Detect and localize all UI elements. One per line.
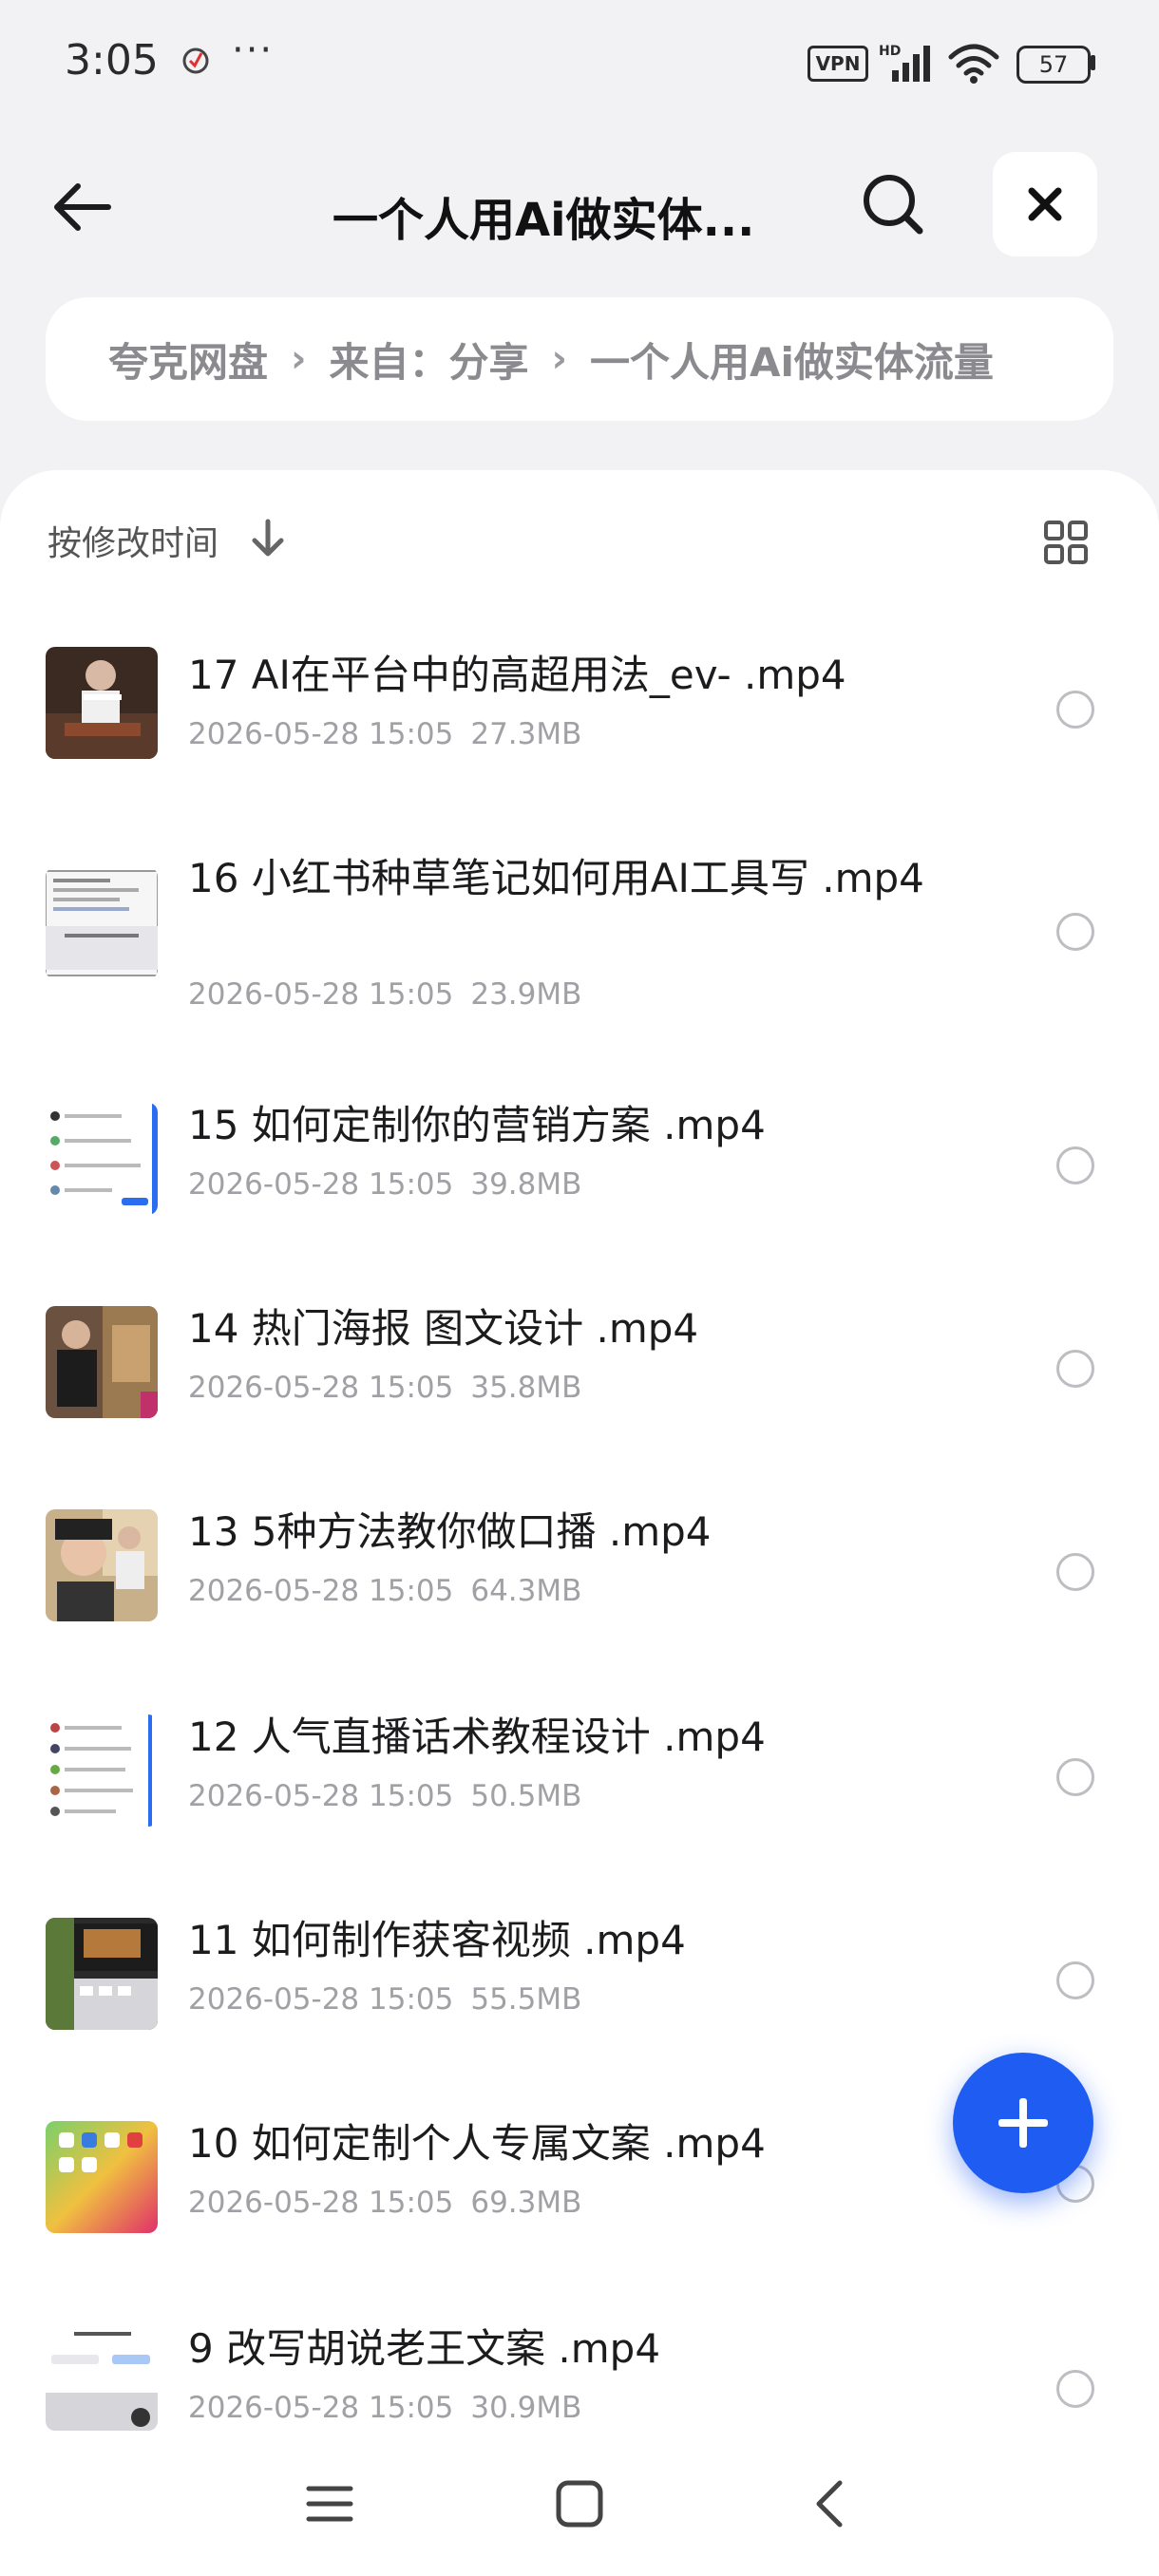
video-thumbnail-image — [46, 2326, 158, 2431]
file-size: 35.8MB — [470, 1371, 582, 1405]
video-thumbnail-image — [46, 647, 158, 759]
file-date: 2026-05-28 15:05 — [188, 1982, 454, 2017]
file-size: 23.9MB — [470, 977, 582, 1012]
file-date: 2026-05-28 15:05 — [188, 2186, 454, 2220]
home-square-icon[interactable] — [549, 2473, 610, 2534]
video-thumbnail-image — [46, 2121, 158, 2233]
file-size: 39.8MB — [470, 1167, 582, 1202]
breadcrumb-item-current: 一个人用Ai做实体流量 — [590, 338, 994, 386]
file-name: 9 改写胡说老王文案 .mp4 — [188, 2325, 661, 2372]
select-radio[interactable] — [1056, 1961, 1094, 1999]
vpn-badge: VPN — [808, 46, 868, 82]
file-name: 17 AI在平台中的高超用法_ev- .mp4 — [188, 652, 846, 698]
file-date: 2026-05-28 15:05 — [188, 977, 454, 1012]
select-radio[interactable] — [1056, 1350, 1094, 1388]
close-button[interactable] — [993, 152, 1097, 256]
header-bar: 一个人用Ai做实体... — [0, 142, 1159, 271]
file-date: 2026-05-28 15:05 — [188, 717, 454, 751]
file-name: 11 如何制作获客视频 .mp4 — [188, 1917, 686, 1963]
file-meta: 2026-05-28 15:05 39.8MB — [188, 1167, 581, 1202]
video-thumbnail — [46, 647, 158, 759]
signal-icon: HD — [879, 44, 930, 82]
file-date: 2026-05-28 15:05 — [188, 2391, 454, 2425]
app-notification-icon — [182, 47, 209, 74]
file-size: 69.3MB — [470, 2186, 582, 2220]
video-thumbnail-image — [46, 1714, 158, 1827]
status-time: 3:05 — [65, 36, 159, 85]
select-radio[interactable] — [1056, 1758, 1094, 1796]
status-more-dots: ··· — [232, 28, 275, 72]
svg-text:HD: HD — [879, 44, 901, 59]
breadcrumb-item-share[interactable]: 来自：分享 — [330, 331, 529, 388]
system-nav-bar — [0, 2432, 1159, 2576]
file-name: 13 5种方法教你做口播 .mp4 — [188, 1508, 712, 1555]
file-name: 10 如何定制个人专属文案 .mp4 — [188, 2120, 766, 2167]
file-size: 64.3MB — [470, 1574, 582, 1608]
file-name: 12 人气直播话术教程设计 .mp4 — [188, 1714, 766, 1760]
sort-label[interactable]: 按修改时间 — [48, 516, 218, 565]
file-meta: 2026-05-28 15:05 35.8MB — [188, 1371, 581, 1405]
file-meta: 2026-05-28 15:05 30.9MB — [188, 2391, 581, 2425]
grid-view-icon[interactable] — [1043, 520, 1089, 565]
file-meta: 2026-05-28 15:05 27.3MB — [188, 717, 581, 751]
video-thumbnail — [46, 1714, 158, 1827]
back-arrow-icon[interactable] — [49, 179, 116, 236]
file-name: 15 如何定制你的营销方案 .mp4 — [188, 1102, 766, 1148]
file-date: 2026-05-28 15:05 — [188, 1779, 454, 1813]
search-icon[interactable] — [860, 171, 926, 237]
file-date: 2026-05-28 15:05 — [188, 1371, 454, 1405]
breadcrumb-item-root[interactable]: 夸克网盘 — [108, 331, 268, 388]
close-icon — [1028, 187, 1062, 221]
file-meta: 2026-05-28 15:05 69.3MB — [188, 2186, 581, 2220]
video-thumbnail-image — [46, 867, 158, 979]
file-meta: 2026-05-28 15:05 23.9MB — [188, 977, 581, 1012]
file-date: 2026-05-28 15:05 — [188, 1574, 454, 1608]
video-thumbnail — [46, 867, 158, 979]
file-meta: 2026-05-28 15:05 50.5MB — [188, 1779, 581, 1813]
video-thumbnail — [46, 1103, 158, 1215]
file-list-panel: 按修改时间 17 AI在平台中的高超用法_ev- .mp4 2026-05-28… — [0, 470, 1159, 2576]
video-thumbnail-image — [46, 1918, 158, 2030]
video-thumbnail — [46, 1918, 158, 2030]
breadcrumb: 夸克网盘 › 来自：分享 › 一个人用Ai做实体流量 — [46, 297, 1113, 421]
file-name: 16 小红书种草笔记如何用AI工具写 .mp4 — [188, 855, 924, 901]
sort-down-arrow-icon[interactable] — [249, 518, 287, 559]
video-thumbnail-image — [46, 1103, 158, 1215]
video-thumbnail-image — [46, 1306, 158, 1418]
video-thumbnail — [46, 2326, 158, 2431]
battery-tip — [1091, 55, 1095, 70]
select-radio[interactable] — [1056, 2370, 1094, 2408]
video-thumbnail — [46, 1509, 158, 1621]
status-bar: 3:05 ··· VPN HD 57 — [0, 0, 1159, 123]
battery-indicator: 57 — [1016, 46, 1091, 84]
file-size: 27.3MB — [470, 717, 582, 751]
add-button[interactable] — [953, 2053, 1093, 2193]
video-thumbnail — [46, 1306, 158, 1418]
select-radio[interactable] — [1056, 913, 1094, 951]
file-size: 30.9MB — [470, 2391, 582, 2425]
select-radio[interactable] — [1056, 1553, 1094, 1591]
select-radio[interactable] — [1056, 691, 1094, 729]
file-name: 14 热门海报 图文设计 .mp4 — [188, 1305, 699, 1352]
wifi-icon — [948, 44, 999, 84]
file-date: 2026-05-28 15:05 — [188, 1167, 454, 1202]
menu-icon[interactable] — [299, 2473, 360, 2534]
chevron-right-icon: › — [291, 337, 307, 381]
video-thumbnail — [46, 2121, 158, 2233]
chevron-right-icon: › — [551, 337, 567, 381]
file-meta: 2026-05-28 15:05 64.3MB — [188, 1574, 581, 1608]
back-chevron-icon[interactable] — [800, 2473, 861, 2534]
file-size: 50.5MB — [470, 1779, 582, 1813]
select-radio[interactable] — [1056, 1146, 1094, 1184]
page-title: 一个人用Ai做实体... — [332, 194, 755, 247]
file-meta: 2026-05-28 15:05 55.5MB — [188, 1982, 581, 2017]
file-size: 55.5MB — [470, 1982, 582, 2017]
video-thumbnail-image — [46, 1509, 158, 1621]
